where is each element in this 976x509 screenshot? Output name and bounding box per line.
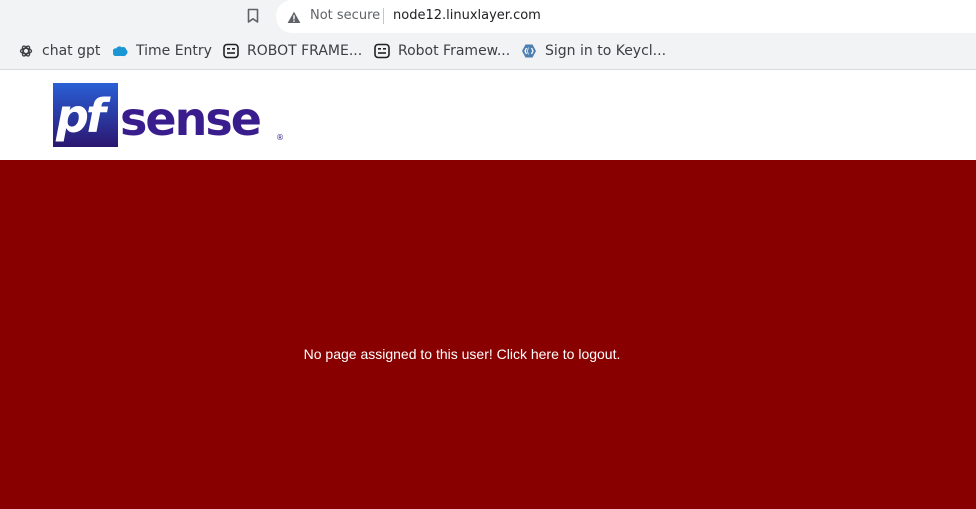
bookmark-label: ROBOT FRAME...: [247, 43, 363, 59]
url-text[interactable]: node12.linuxlayer.com: [393, 8, 541, 23]
robot-icon: [374, 43, 390, 59]
bookmark-robot-framework[interactable]: Robot Framew...: [374, 42, 510, 60]
bookmark-robot-frame[interactable]: ROBOT FRAME...: [223, 42, 362, 60]
main-content: No page assigned to this user! Click her…: [0, 160, 976, 509]
logo-registered-mark: ®: [276, 133, 284, 142]
salesforce-cloud-icon: [112, 43, 128, 59]
bookmarks-bar: chat gpt Time Entry ROBOT FRAME... Robot…: [0, 33, 976, 70]
openai-icon: [18, 43, 34, 59]
divider: [383, 8, 384, 24]
bookmark-chat-gpt[interactable]: chat gpt: [18, 42, 100, 60]
bookmark-label: Robot Framew...: [398, 43, 511, 59]
warning-icon[interactable]: [287, 9, 301, 28]
logo-pf-text: pf: [55, 89, 111, 143]
bookmark-time-entry[interactable]: Time Entry: [112, 42, 212, 60]
address-bar[interactable]: Not secure node12.linuxlayer.com: [276, 0, 976, 33]
bookmark-label: Time Entry: [136, 43, 212, 59]
browser-toolbar: Not secure node12.linuxlayer.com: [0, 0, 976, 33]
bookmark-keycloak[interactable]: Sign in to Keycl...: [521, 42, 666, 60]
robot-icon: [223, 43, 239, 59]
security-status[interactable]: Not secure: [310, 8, 380, 23]
bookmark-label: chat gpt: [42, 43, 101, 59]
pfsense-logo[interactable]: pf sense ®: [52, 82, 284, 152]
bookmark-label: Sign in to Keycl...: [545, 43, 667, 59]
logout-message-link[interactable]: No page assigned to this user! Click her…: [0, 346, 924, 362]
keycloak-icon: [521, 43, 537, 59]
pfsense-header: pf sense ®: [0, 70, 976, 160]
bookmark-page-icon[interactable]: [246, 7, 260, 25]
logo-sense-text: sense: [120, 92, 260, 146]
